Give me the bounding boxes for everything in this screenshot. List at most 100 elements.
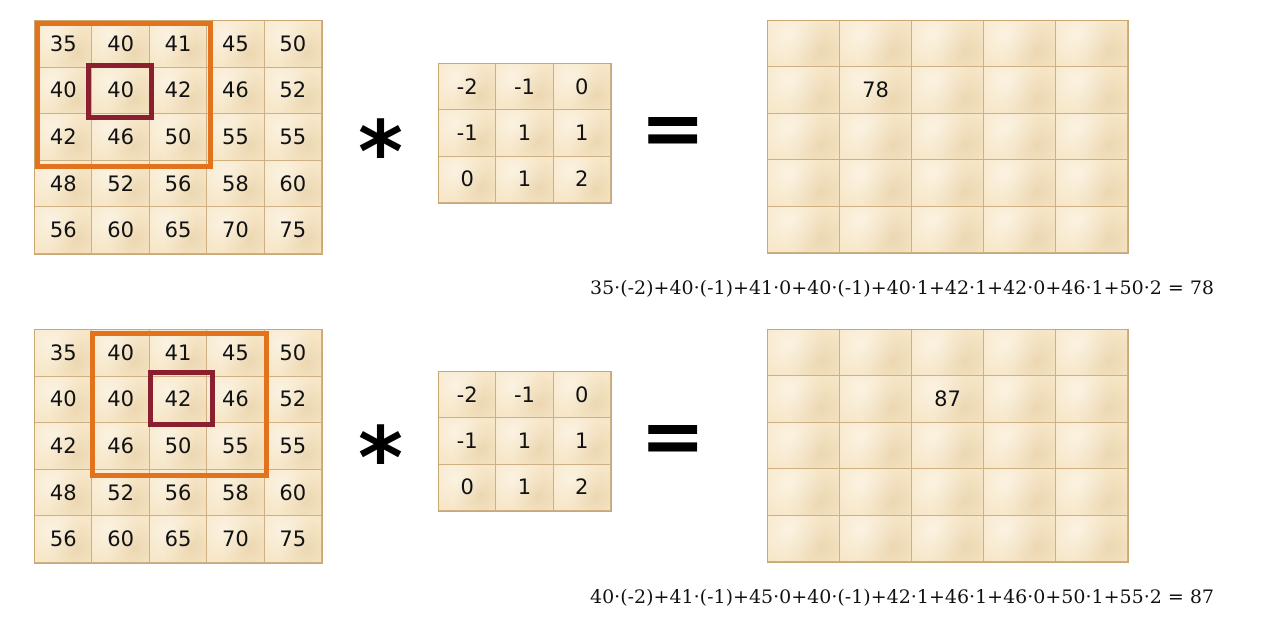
input-cell: 60 — [264, 160, 322, 208]
output-cell — [912, 206, 984, 253]
input-cell: 70 — [207, 516, 265, 563]
kernel-cell: 0 — [439, 464, 497, 511]
output-cell — [768, 422, 840, 470]
input-cell: 50 — [264, 21, 322, 68]
kernel-matrix: -2 -1 0 -1 1 1 0 1 2 — [438, 371, 612, 512]
input-cell: 40 — [35, 376, 93, 424]
input-cell: 55 — [207, 114, 265, 161]
kernel-cell: 1 — [553, 110, 611, 157]
output-cell — [1056, 422, 1128, 470]
center-pixel-outline — [148, 370, 215, 427]
output-cell — [984, 21, 1056, 68]
computation-formula: 35·(-2)+40·(-1)+41·0+40·(-1)+40·1+42·1+4… — [590, 277, 1215, 299]
output-cell — [840, 160, 912, 207]
input-cell: 70 — [207, 207, 265, 254]
input-cell: 50 — [264, 330, 322, 377]
kernel-cell: -1 — [496, 372, 554, 419]
output-cell — [912, 469, 984, 516]
output-cell — [768, 160, 840, 207]
output-cell — [1056, 113, 1128, 161]
computation-formula: 40·(-2)+41·(-1)+45·0+40·(-1)+42·1+46·1+4… — [590, 586, 1215, 608]
output-cell — [1056, 469, 1128, 516]
kernel-cell: 2 — [553, 156, 611, 203]
output-cell — [768, 113, 840, 161]
output-cell — [984, 515, 1056, 562]
kernel-cell: 1 — [496, 110, 554, 157]
output-cell — [984, 376, 1056, 423]
output-cell — [840, 21, 912, 68]
input-cell: 60 — [92, 207, 150, 254]
kernel-cell: -1 — [439, 418, 497, 465]
output-cell — [984, 113, 1056, 161]
kernel-cell: -2 — [439, 372, 497, 419]
kernel-cell: 1 — [496, 156, 554, 203]
output-cell — [768, 67, 840, 114]
input-cell: 45 — [207, 21, 265, 68]
input-cell: 56 — [35, 516, 93, 563]
output-cell: 87 — [912, 376, 984, 423]
output-cell — [1056, 330, 1128, 377]
output-cell — [984, 469, 1056, 516]
input-cell: 60 — [264, 469, 322, 517]
output-cell — [984, 160, 1056, 207]
output-cell — [912, 160, 984, 207]
output-cell — [984, 67, 1056, 114]
kernel-cell: 0 — [553, 372, 611, 419]
input-cell: 52 — [264, 376, 322, 424]
output-matrix: 78 — [767, 20, 1129, 254]
output-cell — [1056, 160, 1128, 207]
kernel-cell: -1 — [496, 64, 554, 111]
input-cell: 58 — [207, 160, 265, 208]
output-cell — [912, 330, 984, 377]
input-cell: 55 — [264, 114, 322, 161]
center-pixel-outline — [86, 63, 154, 120]
output-cell — [1056, 67, 1128, 114]
output-cell — [768, 515, 840, 562]
output-cell — [912, 67, 984, 114]
input-cell: 48 — [35, 469, 93, 517]
output-cell — [1056, 206, 1128, 253]
kernel-cell: 1 — [553, 418, 611, 465]
kernel-cell: 0 — [439, 156, 497, 203]
output-cell — [984, 422, 1056, 470]
output-cell — [840, 469, 912, 516]
output-cell — [768, 206, 840, 253]
input-cell: 65 — [149, 207, 208, 254]
kernel-cell: 0 — [553, 64, 611, 111]
input-cell: 42 — [35, 423, 93, 470]
output-cell — [1056, 376, 1128, 423]
output-cell — [840, 330, 912, 377]
input-cell: 65 — [149, 516, 208, 563]
input-cell: 75 — [264, 207, 322, 254]
convolution-operator: * — [358, 409, 403, 509]
kernel-cell: 1 — [496, 418, 554, 465]
output-cell — [768, 376, 840, 423]
input-cell: 56 — [35, 207, 93, 254]
output-cell — [768, 469, 840, 516]
output-cell — [840, 515, 912, 562]
equals-sign: = — [640, 84, 706, 174]
output-cell — [1056, 21, 1128, 68]
input-cell: 46 — [207, 67, 265, 115]
kernel-cell: 2 — [553, 464, 611, 511]
output-cell — [912, 113, 984, 161]
input-cell: 75 — [264, 516, 322, 563]
output-cell — [768, 21, 840, 68]
output-cell — [912, 422, 984, 470]
kernel-cell: 1 — [496, 464, 554, 511]
output-cell — [984, 330, 1056, 377]
equals-sign: = — [640, 392, 706, 482]
input-cell: 35 — [35, 330, 93, 377]
output-cell — [840, 422, 912, 470]
output-cell — [984, 206, 1056, 253]
input-cell: 52 — [264, 67, 322, 115]
input-cell: 60 — [92, 516, 150, 563]
kernel-matrix: -2 -1 0 -1 1 1 0 1 2 — [438, 63, 612, 204]
output-matrix: 87 — [767, 329, 1129, 563]
input-cell: 55 — [264, 423, 322, 470]
kernel-cell: -1 — [439, 110, 497, 157]
convolution-operator: * — [358, 103, 403, 203]
output-cell — [768, 330, 840, 377]
output-cell — [840, 206, 912, 253]
output-cell — [1056, 515, 1128, 562]
